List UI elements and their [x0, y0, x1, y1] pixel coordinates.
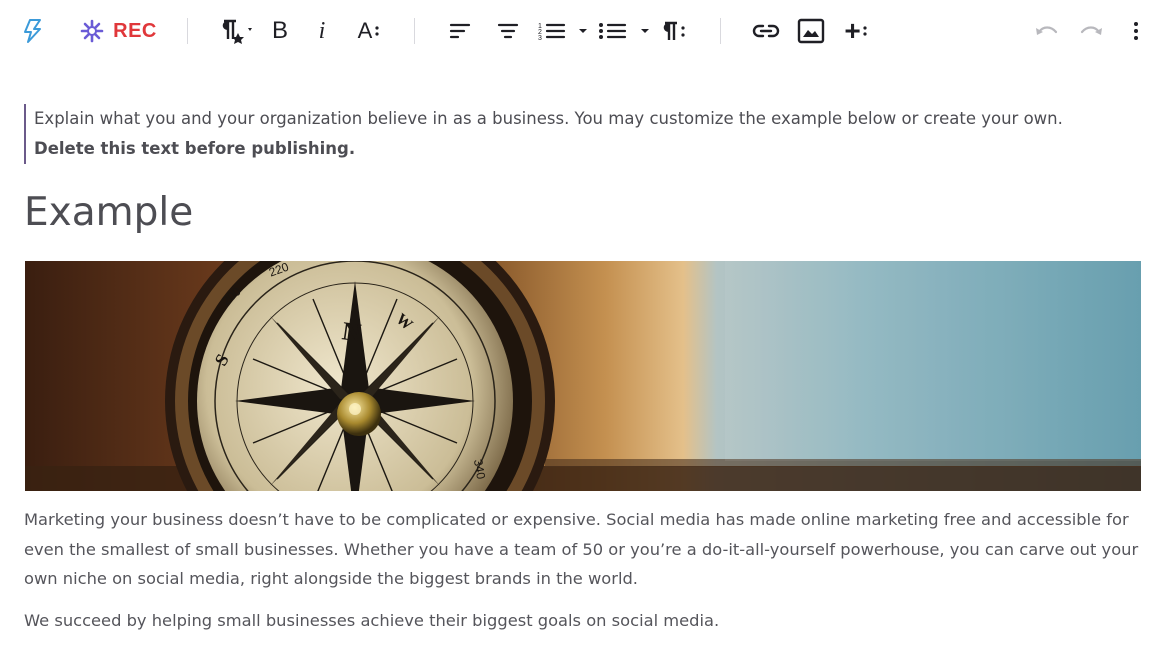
body-paragraph[interactable]: We succeed by helping small businesses a… [24, 606, 1144, 636]
italic-icon[interactable]: i [310, 16, 334, 46]
rec-button[interactable]: REC [76, 16, 160, 46]
toolbar-divider [187, 18, 188, 44]
insert-more-icon[interactable]: + [840, 15, 872, 46]
compass-hero-image[interactable]: N S W 200 220 340 [25, 261, 1141, 491]
hint-line: Explain what you and your organization b… [34, 109, 1063, 128]
lightning-icon[interactable] [18, 16, 48, 46]
toolbar-divider [414, 18, 415, 44]
align-center-icon[interactable] [494, 16, 522, 46]
rec-star-icon [80, 19, 104, 43]
more-options-icon[interactable] [1124, 16, 1148, 46]
undo-icon[interactable] [1032, 16, 1062, 46]
align-left-icon[interactable] [446, 16, 474, 46]
rec-label: REC [113, 19, 157, 42]
paragraph-style-icon[interactable] [216, 16, 260, 46]
editor-toolbar: REC B i A 1 2 3 + [0, 0, 1162, 62]
body-paragraph[interactable]: Marketing your business doesn’t have to … [24, 505, 1144, 594]
toolbar-divider [720, 18, 721, 44]
unordered-list-icon[interactable] [596, 16, 656, 46]
bold-icon[interactable]: B [266, 16, 294, 46]
hint-delete-notice: Delete this text before publishing. [34, 139, 356, 158]
ordered-list-icon[interactable]: 1 2 3 [536, 16, 592, 46]
link-icon[interactable] [750, 16, 782, 46]
image-icon[interactable] [796, 16, 826, 46]
page-heading[interactable]: Example [24, 190, 193, 235]
paragraph-format-icon[interactable] [660, 16, 690, 46]
editor-hint-note: Explain what you and your organization b… [24, 104, 1144, 164]
font-size-icon[interactable]: A [352, 16, 386, 46]
redo-icon[interactable] [1076, 16, 1106, 46]
svg-text:3: 3 [538, 35, 542, 42]
